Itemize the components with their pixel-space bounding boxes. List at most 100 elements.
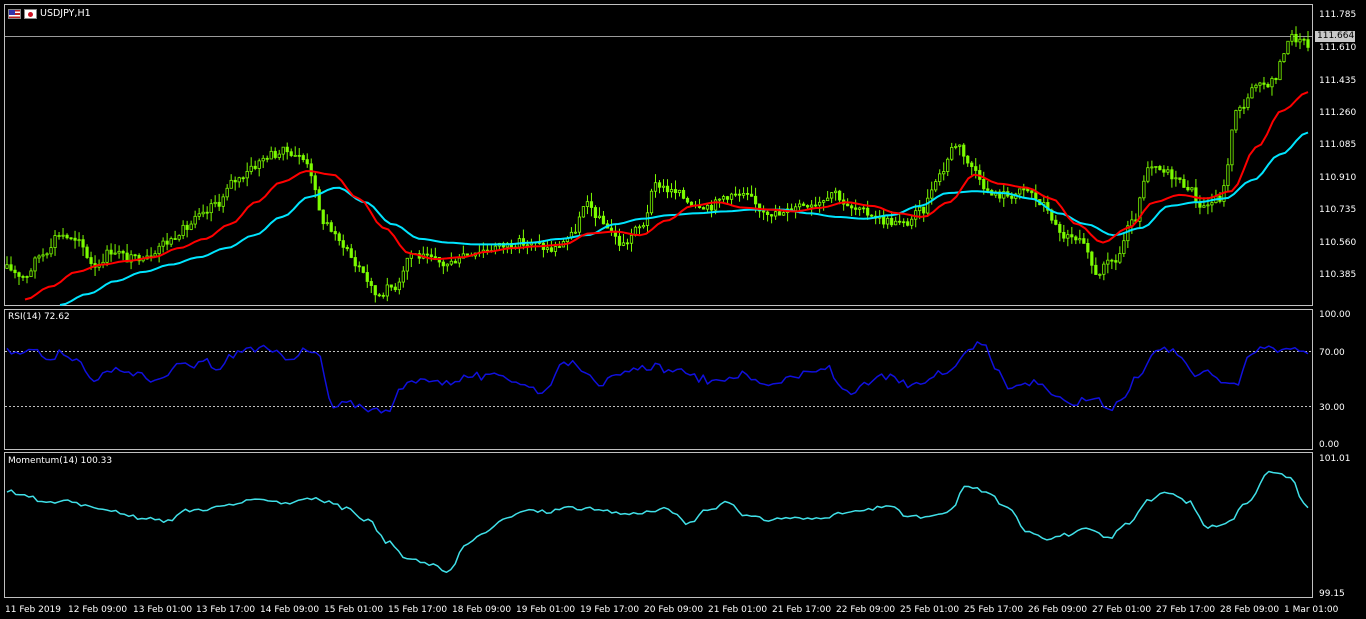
candle-body bbox=[669, 189, 674, 193]
time-label: 20 Feb 09:00 bbox=[644, 605, 703, 615]
price-tick: 110.910 bbox=[1319, 173, 1356, 183]
candle-body bbox=[1010, 195, 1014, 199]
candle-body bbox=[814, 204, 818, 207]
candle-body bbox=[85, 246, 89, 258]
time-label: 11 Feb 2019 bbox=[5, 605, 61, 615]
candle-body bbox=[1090, 251, 1094, 266]
time-label: 25 Feb 17:00 bbox=[964, 605, 1023, 615]
candle-body bbox=[161, 240, 165, 247]
candle-body bbox=[749, 193, 754, 197]
candle-body bbox=[237, 177, 241, 183]
candle-body bbox=[958, 144, 962, 147]
trading-chart[interactable]: 111.785 111.610 111.435 111.260 111.085 … bbox=[0, 0, 1366, 619]
candle-body bbox=[385, 284, 389, 297]
candle-body bbox=[938, 173, 942, 182]
time-label: 15 Feb 17:00 bbox=[388, 605, 447, 615]
candle-body bbox=[5, 264, 9, 269]
candle-body bbox=[117, 250, 121, 254]
candle-body bbox=[21, 276, 25, 278]
candle-body bbox=[657, 182, 662, 188]
candle-body bbox=[705, 204, 710, 210]
candle-body bbox=[1210, 202, 1214, 206]
candle-body bbox=[773, 211, 778, 217]
time-label: 27 Feb 17:00 bbox=[1156, 605, 1215, 615]
candle-body bbox=[649, 190, 654, 214]
candle-body bbox=[950, 147, 954, 160]
candle-body bbox=[617, 235, 622, 246]
candle-body bbox=[1082, 238, 1086, 244]
rsi-tick: 0.00 bbox=[1319, 440, 1339, 450]
candle-body bbox=[169, 238, 173, 245]
candle-body bbox=[1302, 38, 1306, 41]
time-label: 12 Feb 09:00 bbox=[68, 605, 127, 615]
candle-body bbox=[1298, 38, 1302, 43]
candle-body bbox=[862, 207, 866, 210]
candle-body bbox=[725, 196, 730, 200]
candle-body bbox=[429, 254, 433, 258]
candle-body bbox=[745, 192, 750, 195]
candle-body bbox=[333, 231, 337, 235]
candle-body bbox=[109, 249, 113, 255]
rsi-title: RSI(14) 72.62 bbox=[8, 312, 70, 322]
time-label: 27 Feb 01:00 bbox=[1092, 605, 1151, 615]
candle-body bbox=[373, 285, 377, 296]
candle-body bbox=[641, 225, 646, 228]
candle-body bbox=[45, 253, 49, 256]
candle-body bbox=[185, 224, 189, 230]
candle-body bbox=[425, 253, 429, 256]
candle-body bbox=[701, 207, 706, 210]
candle-body bbox=[810, 204, 814, 208]
candle-body bbox=[549, 247, 554, 252]
candle-body bbox=[1282, 53, 1286, 62]
candle-body bbox=[229, 179, 233, 189]
candle-body bbox=[241, 177, 245, 180]
candle-body bbox=[49, 247, 53, 255]
candle-body bbox=[1150, 166, 1154, 169]
candle-body bbox=[673, 189, 678, 194]
candle-body bbox=[305, 159, 309, 165]
price-tick: 111.260 bbox=[1319, 108, 1356, 118]
candle-body bbox=[902, 221, 906, 224]
candle-body bbox=[1018, 188, 1022, 195]
candle-body bbox=[297, 154, 301, 157]
candle-body bbox=[69, 237, 73, 240]
candle-body bbox=[393, 286, 397, 291]
candle-body bbox=[1066, 234, 1070, 239]
candle-body bbox=[205, 211, 209, 214]
candle-body bbox=[982, 179, 986, 190]
candle-body bbox=[77, 239, 81, 242]
candle-body bbox=[597, 215, 602, 218]
candle-body bbox=[389, 284, 393, 288]
candle-body bbox=[89, 257, 93, 264]
candle-body bbox=[681, 189, 686, 199]
candle-body bbox=[934, 181, 938, 191]
candle-body bbox=[1166, 169, 1170, 173]
candle-body bbox=[1246, 97, 1250, 108]
candle-body bbox=[453, 260, 457, 264]
candle-body bbox=[361, 266, 365, 273]
candle-body bbox=[1114, 260, 1118, 263]
candle-body bbox=[81, 239, 85, 248]
candle-body bbox=[33, 257, 37, 272]
candle-body bbox=[165, 240, 169, 245]
time-label: 19 Feb 17:00 bbox=[580, 605, 639, 615]
candle-body bbox=[253, 165, 257, 169]
candle-body bbox=[986, 188, 990, 191]
candle-body bbox=[721, 196, 726, 200]
candle-body bbox=[974, 166, 978, 171]
candle-body bbox=[41, 254, 45, 257]
candle-body bbox=[233, 179, 237, 183]
candle-body bbox=[926, 197, 930, 214]
candle-body bbox=[445, 263, 449, 267]
candle-body bbox=[882, 215, 886, 225]
candle-body bbox=[709, 204, 714, 211]
candle-body bbox=[1142, 180, 1146, 199]
candle-body bbox=[17, 272, 21, 277]
chart-title-bar: USDJPY,H1 bbox=[8, 8, 91, 19]
candle-body bbox=[1238, 106, 1242, 111]
candle-body bbox=[1178, 177, 1182, 180]
time-label: 14 Feb 09:00 bbox=[260, 605, 319, 615]
candle-body bbox=[1098, 273, 1102, 276]
candle-body bbox=[261, 157, 265, 162]
candle-body bbox=[870, 214, 874, 217]
